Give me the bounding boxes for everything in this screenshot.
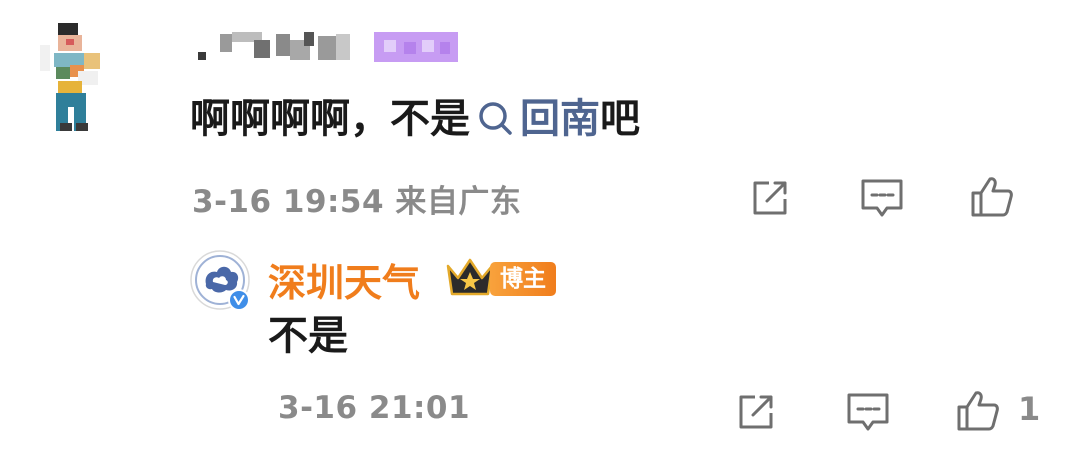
comment-text: 啊啊啊啊，不是 回南 吧 — [190, 95, 640, 143]
commenter-username-redacted[interactable] — [190, 30, 355, 66]
comment-time: 3-16 19:54 — [192, 184, 385, 220]
comment-meta: 3-16 19:54 来自广东 — [192, 176, 521, 221]
comment-button[interactable] — [858, 174, 906, 222]
comment-text-after: 吧 — [600, 96, 640, 142]
search-icon[interactable] — [476, 99, 516, 139]
verified-icon — [228, 289, 250, 311]
blogger-badge: 博主 — [490, 262, 556, 296]
share-icon — [753, 181, 787, 215]
like-button[interactable] — [968, 172, 1016, 220]
comment-text-before: 啊啊啊啊，不是 — [190, 96, 470, 142]
comment-icon — [861, 179, 903, 217]
reply-text: 不是 — [268, 313, 348, 359]
reply-avatar[interactable] — [190, 250, 254, 314]
comment-icon — [847, 393, 889, 431]
reply-like-count: 1 — [1018, 390, 1041, 428]
topic-link[interactable]: 回南 — [520, 95, 600, 143]
thumb-up-icon — [971, 177, 1013, 217]
commenter-avatar[interactable] — [30, 15, 130, 140]
crown-icon — [444, 256, 496, 300]
member-badge-redacted — [374, 32, 458, 62]
reply-like-button[interactable] — [954, 386, 1002, 434]
reply-time: 3-16 21:01 — [278, 390, 471, 426]
reply-share-button[interactable] — [732, 388, 780, 436]
share-icon — [739, 395, 773, 429]
thumb-up-icon — [957, 391, 999, 431]
comment-location: 来自广东 — [395, 184, 522, 220]
reply-comment-button[interactable] — [844, 388, 892, 436]
share-button[interactable] — [746, 174, 794, 222]
reply-username[interactable]: 深圳天气 — [268, 252, 420, 307]
